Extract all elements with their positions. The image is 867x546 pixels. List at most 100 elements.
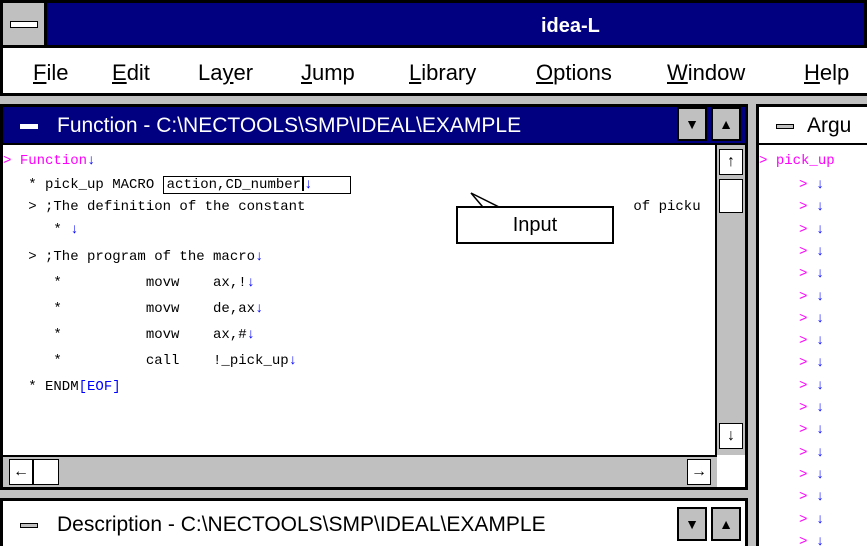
desktop-screen: idea-L File Edit Layer Jump Library Opti… [0,0,867,546]
minimize-icon: ▼ [685,116,699,132]
description-window: Description - C:\NECTOOLS\SMP\IDEAL\EXAM… [0,498,748,546]
eol-arrow-icon: ↓ [255,249,264,265]
eof-marker: [EOF] [78,379,121,395]
description-system-menu-button[interactable] [17,513,41,537]
eol-arrow-icon: ↓ [246,275,256,291]
menu-layer-label: er [233,60,254,85]
minimize-icon: ▼ [685,516,699,532]
argument-input-value: action,CD_number [166,177,302,193]
outline-marker: > [799,221,816,238]
code-text: * movw ax,! [3,275,247,291]
eol-arrow-icon: ↓ [815,199,825,216]
outline-marker: > [799,444,816,461]
system-menu-icon [776,123,794,129]
menu-edit-mnemonic: E [112,60,127,85]
description-window-titlebar[interactable]: Description - C:\NECTOOLS\SMP\IDEAL\EXAM… [3,501,745,546]
code-text: * [3,222,71,238]
menu-window-label: indow [687,60,746,85]
code-line-10[interactable]: * ENDM[EOF] [3,379,121,395]
arrow-down-icon: ↓ [727,427,735,444]
code-text: * call !_pick_up [3,353,289,369]
outline-marker: > [799,266,816,283]
argument-row[interactable]: > ↓ [799,445,824,461]
vertical-scroll-thumb[interactable] [719,179,743,213]
menu-help-label: elp [819,60,850,85]
argument-row[interactable]: > ↓ [799,333,824,349]
menu-options-mnemonic: O [536,60,554,85]
argument-row[interactable]: > ↓ [799,489,824,505]
eol-arrow-icon: ↓ [815,466,825,483]
code-line-1[interactable]: > Function↓ [3,153,95,169]
function-system-menu-button[interactable] [17,114,41,138]
app-titlebar[interactable]: idea-L [0,0,867,48]
menu-options[interactable]: Options [536,60,612,86]
outline-marker: > [799,489,816,506]
argument-row[interactable]: > ↓ [799,289,824,305]
menu-library[interactable]: Library [409,60,476,86]
argument-row[interactable]: > ↓ [799,378,824,394]
function-minimize-button[interactable]: ▼ [677,107,707,141]
code-line-4[interactable]: * ↓ [3,222,78,238]
scroll-up-button[interactable]: ↑ [719,149,743,175]
outline-marker: > [799,288,816,305]
outline-marker: > [799,355,816,372]
argument-row[interactable]: > ↓ [799,199,824,215]
description-minimize-button[interactable]: ▼ [677,507,707,541]
code-line-7[interactable]: * movw de,ax↓ [3,301,263,317]
outline-marker: > [799,533,816,546]
menu-options-label: ptions [553,60,612,85]
app-system-menu-button[interactable] [3,3,47,45]
code-line-6[interactable]: * movw ax,!↓ [3,275,255,291]
function-vertical-scrollbar[interactable]: ↑ ↓ [715,145,745,455]
argument-row[interactable]: > ↓ [799,400,824,416]
outline-marker: > [799,422,816,439]
argument-row[interactable]: > ↓ [799,222,824,238]
function-horizontal-scrollbar[interactable]: ← → [3,455,717,487]
scroll-right-button[interactable]: → [687,459,711,485]
argument-row[interactable]: > ↓ [799,311,824,327]
argument-window-titlebar[interactable]: Argu [759,107,867,145]
argument-row[interactable]: > ↓ [799,266,824,282]
function-window-titlebar[interactable]: Function - C:\NECTOOLS\SMP\IDEAL\EXAMPLE… [3,107,745,145]
code-line-9[interactable]: * call !_pick_up↓ [3,353,297,369]
eol-arrow-icon: ↓ [255,301,264,317]
scroll-left-button[interactable]: ← [9,459,33,485]
menu-bar: File Edit Layer Jump Library Options Win… [0,48,867,96]
outline-marker: > [759,153,776,169]
eol-arrow-icon: ↓ [815,243,825,260]
menu-help[interactable]: Help [804,60,849,86]
argument-row[interactable]: > ↓ [799,177,824,193]
code-line-2[interactable]: * pick_up MACRO action,CD_number ↓ [3,176,352,194]
description-maximize-button[interactable]: ▲ [711,507,741,541]
system-menu-icon [9,20,38,28]
argument-system-menu-button[interactable] [773,114,797,138]
menu-window[interactable]: Window [667,60,745,86]
eol-arrow-icon: ↓ [815,266,825,283]
code-line-5[interactable]: > ;The program of the macro↓ [3,249,263,265]
argument-input-field[interactable]: action,CD_number ↓ [162,176,352,194]
code-line-8[interactable]: * movw ax,#↓ [3,327,255,343]
argument-row[interactable]: > ↓ [799,355,824,371]
outline-marker: > [799,377,816,394]
argument-row[interactable]: > ↓ [799,422,824,438]
argument-row[interactable]: > ↓ [799,534,824,546]
menu-window-mnemonic: W [667,60,688,85]
eol-arrow-icon: ↓ [815,310,825,327]
menu-layer[interactable]: Layer [198,60,253,86]
eol-arrow-icon: ↓ [288,353,298,369]
argument-row[interactable]: > ↓ [799,244,824,260]
argument-line-1[interactable]: > pick_up [759,153,835,169]
function-maximize-button[interactable]: ▲ [711,107,741,141]
menu-jump[interactable]: Jump [301,60,355,86]
outline-marker: > [799,333,816,350]
scroll-down-button[interactable]: ↓ [719,423,743,449]
code-line-3[interactable]: > ;The definition of the constant [3,199,314,215]
eol-arrow-icon: ↓ [815,288,825,305]
menu-jump-label: ump [312,60,355,85]
argument-row[interactable]: > ↓ [799,512,824,528]
menu-edit[interactable]: Edit [112,60,150,86]
menu-edit-label: dit [126,60,150,85]
menu-file[interactable]: File [33,60,68,86]
horizontal-scroll-thumb[interactable] [33,459,59,485]
argument-row[interactable]: > ↓ [799,467,824,483]
